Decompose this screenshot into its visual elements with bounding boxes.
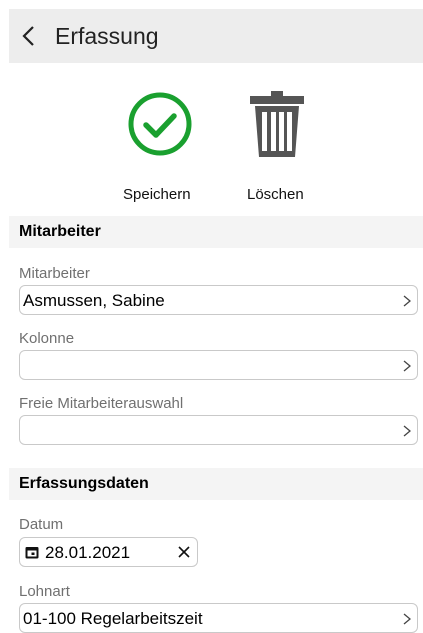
calendar-icon: [25, 547, 39, 559]
clear-icon[interactable]: [178, 546, 190, 558]
kolonne-label: Kolonne: [19, 330, 75, 347]
chevron-right-icon: [403, 613, 411, 625]
save-label: Speichern: [123, 186, 191, 203]
checkmark-circle-icon: [128, 92, 192, 156]
chevron-right-icon: [403, 295, 411, 307]
mitarbeiter-value: Asmussen, Sabine: [23, 291, 165, 310]
trash-icon: [250, 91, 304, 157]
mitarbeiter-field[interactable]: Asmussen, Sabine: [19, 285, 418, 315]
section-title: Erfassungsdaten: [19, 475, 149, 492]
save-button[interactable]: Speichern: [121, 91, 201, 211]
section-header-erfassungsdaten: Erfassungsdaten: [9, 468, 423, 500]
freie-mitarbeiterauswahl-label: Freie Mitarbeiterauswahl: [19, 395, 184, 412]
header-bar: Erfassung: [9, 9, 423, 63]
mitarbeiter-label: Mitarbeiter: [19, 265, 90, 282]
datum-field[interactable]: 28.01.2021: [19, 537, 198, 567]
section-header-mitarbeiter: Mitarbeiter: [9, 216, 423, 248]
lohnart-field[interactable]: 01-100 Regelarbeitszeit: [19, 603, 418, 633]
datum-value: 28.01.2021: [45, 543, 131, 562]
app-screen: Erfassung Speichern Löschen Mitarbeiter …: [9, 9, 423, 633]
lohnart-value: 01-100 Regelarbeitszeit: [23, 609, 203, 628]
page-title: Erfassung: [55, 23, 159, 49]
delete-button[interactable]: Löschen: [241, 91, 321, 211]
lohnart-label: Lohnart: [19, 583, 70, 600]
chevron-right-icon: [403, 360, 411, 372]
section-title: Mitarbeiter: [19, 223, 101, 240]
delete-label: Löschen: [247, 186, 304, 203]
chevron-right-icon: [403, 425, 411, 437]
freie-mitarbeiterauswahl-field[interactable]: [19, 415, 418, 445]
kolonne-field[interactable]: [19, 350, 418, 380]
datum-label: Datum: [19, 516, 64, 533]
back-arrow-icon[interactable]: [19, 24, 41, 48]
